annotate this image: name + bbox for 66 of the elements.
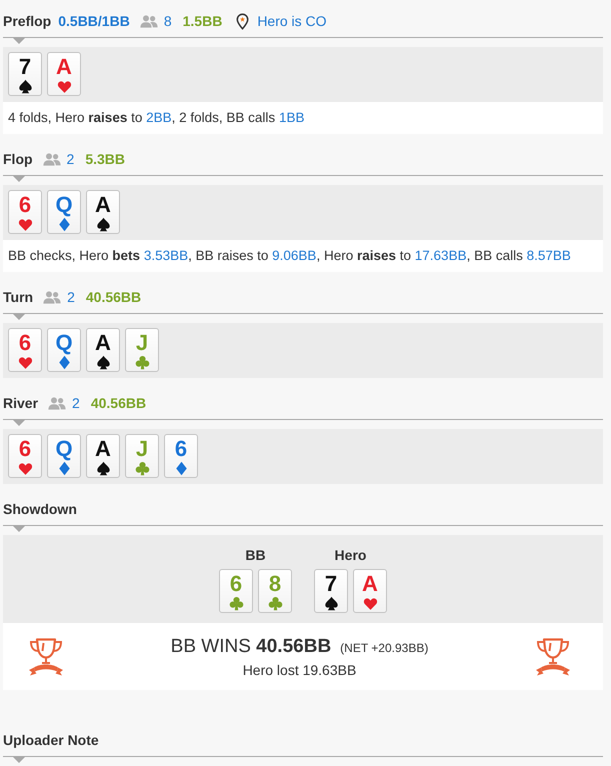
spade-icon xyxy=(96,217,110,232)
club-icon xyxy=(134,461,150,476)
heart-icon xyxy=(362,596,378,611)
location-pin-icon xyxy=(236,12,250,30)
players-icon xyxy=(43,290,62,304)
card-rank: J xyxy=(136,331,148,355)
section-title: Uploader Note xyxy=(3,731,99,750)
club-icon xyxy=(134,355,150,370)
player-name: Hero xyxy=(334,546,366,565)
card-rank: 7 xyxy=(18,55,32,79)
club-icon xyxy=(268,596,282,611)
trophy-icon xyxy=(28,636,64,676)
diamond-icon xyxy=(56,217,72,232)
card-rank: A xyxy=(56,55,72,79)
diamond-icon xyxy=(174,461,188,476)
action-summary: BB checks, Hero bets 3.53BB, BB raises to 9.06BB, Hero raises to 17.63BB, BB calls 8.57BB xyxy=(3,240,603,272)
spade-icon xyxy=(96,355,110,370)
diamond-icon xyxy=(56,355,72,370)
trophy-icon xyxy=(535,636,571,676)
card-rank: A xyxy=(95,437,111,461)
pot-size: 5.3BB xyxy=(85,150,126,169)
card-rank: Q xyxy=(55,331,73,355)
action-summary: 4 folds, Hero raises to 2BB, 2 folds, BB calls 1BB xyxy=(3,102,603,134)
street-title: Preflop xyxy=(3,12,52,31)
card-rank: 6 xyxy=(174,437,188,461)
players-icon xyxy=(42,152,61,166)
loss-summary: Hero lost 19.63BB xyxy=(242,660,356,680)
winner-headline: BB WINS 40.56BB xyxy=(170,634,332,658)
heart-icon xyxy=(18,461,32,476)
card-rank: Q xyxy=(55,437,73,461)
pot-size: 1.5BB xyxy=(182,12,222,31)
card-rank: 8 xyxy=(268,572,282,596)
pot-size: 40.56BB xyxy=(90,394,146,413)
net-amount: (NET +20.93BB) xyxy=(340,640,428,654)
player-count: 2 xyxy=(67,288,75,307)
heart-icon xyxy=(18,355,32,370)
spade-icon xyxy=(18,79,32,94)
blinds-label: 0.5BB/1BB xyxy=(58,12,130,31)
spade-icon xyxy=(324,596,338,611)
card-rank: Q xyxy=(55,193,73,217)
players-icon xyxy=(48,396,66,410)
pot-size: 40.56BB xyxy=(86,288,142,307)
card-rank: 6 xyxy=(18,193,32,217)
street-title: Flop xyxy=(3,150,33,169)
card-rank: 7 xyxy=(324,572,338,596)
street-title: River xyxy=(3,394,38,413)
player-count: 2 xyxy=(72,394,80,413)
player-name: BB xyxy=(245,546,266,565)
section-title: Showdown xyxy=(3,500,77,519)
card-rank: A xyxy=(362,572,378,596)
card-rank: J xyxy=(136,437,148,461)
diamond-icon xyxy=(56,461,72,476)
street-title: Turn xyxy=(3,288,34,307)
card-rank: 6 xyxy=(230,572,242,596)
card-rank: A xyxy=(95,331,111,355)
players-icon xyxy=(140,14,158,28)
spade-icon xyxy=(96,461,110,476)
player-count: 8 xyxy=(164,12,172,31)
club-icon xyxy=(228,596,244,611)
hero-position: Hero is CO xyxy=(257,12,327,31)
card-rank: 6 xyxy=(18,437,32,461)
heart-icon xyxy=(18,217,32,232)
heart-icon xyxy=(56,79,72,94)
card-rank: A xyxy=(95,193,111,217)
card-rank: 6 xyxy=(18,331,32,355)
player-count: 2 xyxy=(66,150,74,169)
